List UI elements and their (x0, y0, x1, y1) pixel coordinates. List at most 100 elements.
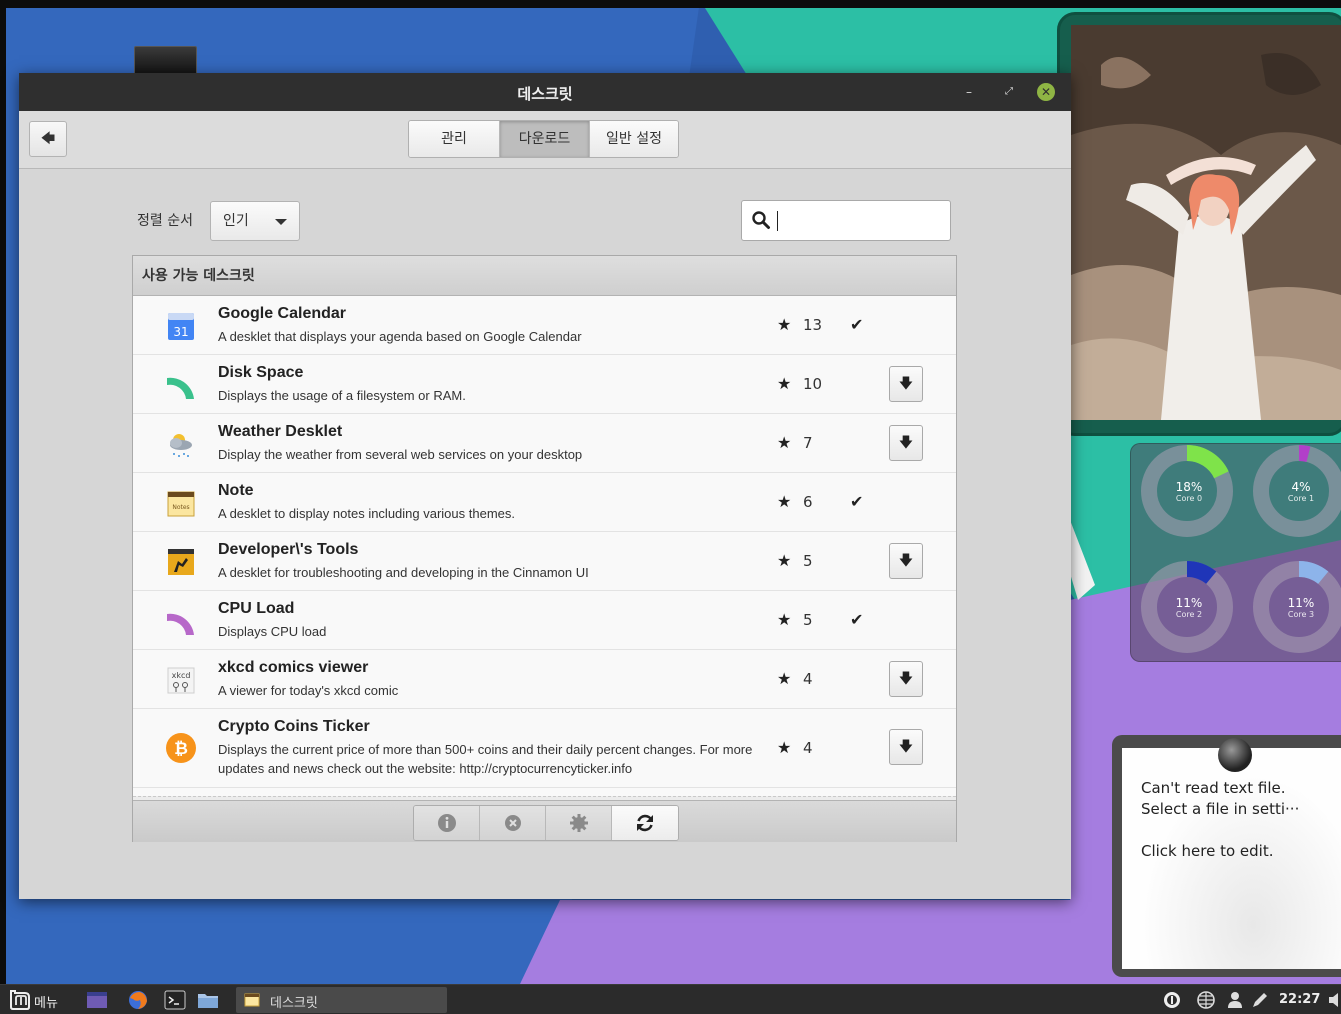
clock[interactable]: 22:27 (1279, 992, 1320, 1007)
core2-ring-fill (1186, 561, 1217, 585)
tab-general-settings[interactable]: 일반 설정 (590, 121, 678, 157)
cpu-desklet[interactable]: 18% Core 0 4% Core 1 11% Core 2 11% Core… (1130, 443, 1341, 662)
back-button[interactable]: 🡄 (29, 121, 67, 157)
volume-icon[interactable] (1328, 990, 1341, 1010)
item-score: 10 (803, 375, 823, 393)
window-titlebar[interactable]: 데스크릿 – ⤢ ✕ (19, 73, 1071, 111)
list-item[interactable]: Notes Note A desklet to display notes in… (133, 473, 956, 532)
info-button[interactable] (414, 806, 480, 840)
item-name: Crypto Coins Ticker (218, 718, 370, 735)
note-desklet-text[interactable]: Can't read text file. Select a file in s… (1141, 778, 1341, 862)
weather-icon (170, 434, 192, 457)
list-item[interactable]: Developer\'s Tools A desklet for trouble… (133, 532, 956, 591)
user-icon[interactable] (1225, 990, 1245, 1010)
show-desktop-icon[interactable] (86, 990, 108, 1010)
terminal-icon[interactable] (164, 990, 186, 1010)
tab-manage[interactable]: 관리 (409, 121, 500, 157)
core0-ring-fill (1186, 445, 1229, 479)
item-name: CPU Load (218, 600, 295, 617)
list-item[interactable]: CPU Load Displays CPU load ★ 5 ✔ (133, 591, 956, 650)
core2-readout: 11% Core 2 (1159, 596, 1219, 619)
close-button[interactable]: ✕ (1037, 83, 1055, 101)
item-description: Display the weather from several web ser… (218, 447, 583, 462)
star-icon: ★ (777, 738, 792, 757)
menu-label[interactable]: 메뉴 (34, 992, 58, 1011)
list-item[interactable]: Disk Space Displays the usage of a files… (133, 355, 956, 414)
item-score: 13 (803, 316, 823, 334)
download-button[interactable]: 🡇 (889, 729, 923, 765)
photo-desklet-image[interactable] (1071, 25, 1341, 420)
search-field[interactable] (741, 200, 951, 241)
item-description: A viewer for today's xkcd comic (218, 683, 399, 698)
item-name: Developer\'s Tools (218, 541, 359, 558)
disk-arc-icon (167, 377, 194, 399)
sort-label: 정렬 순서 (137, 213, 193, 229)
task-button-desklets[interactable]: 데스크릿 (236, 987, 447, 1013)
desklet-list-panel: 사용 가능 데스크릿 31 Google Calendar A desklet … (132, 255, 957, 842)
download-arrow-icon: 🡇 (898, 435, 914, 451)
files-folder-icon[interactable] (197, 990, 219, 1010)
maximize-button[interactable]: ⤢ (999, 82, 1019, 102)
item-score: 5 (803, 552, 813, 570)
download-button[interactable]: 🡇 (889, 425, 923, 461)
item-description: Displays the current price of more than … (218, 742, 753, 776)
item-score: 5 (803, 611, 813, 629)
network-globe-icon[interactable] (1196, 990, 1216, 1010)
download-arrow-icon: 🡇 (898, 376, 914, 392)
uninstall-icon (504, 815, 521, 831)
core3-readout: 11% Core 3 (1271, 596, 1331, 619)
item-name: Google Calendar (218, 305, 347, 322)
list-item[interactable]: Weather Desklet Display the weather from… (133, 414, 956, 473)
search-input[interactable] (782, 207, 942, 235)
download-button[interactable]: 🡇 (889, 543, 923, 579)
desklet-list[interactable]: 31 Google Calendar A desklet that displa… (133, 296, 956, 796)
star-icon: ★ (777, 492, 792, 511)
list-item[interactable]: 31 Google Calendar A desklet that displa… (133, 296, 956, 355)
star-icon: ★ (777, 433, 792, 452)
window-title: 데스크릿 (517, 85, 573, 103)
list-item[interactable]: xkcd xkcd comics viewer A viewer for tod… (133, 650, 956, 709)
installed-check-icon: ✔ (850, 492, 864, 511)
item-description: Displays the usage of a filesystem or RA… (218, 388, 466, 403)
sort-dropdown[interactable]: 인기 (210, 201, 300, 241)
firefox-icon[interactable] (127, 990, 149, 1010)
item-name: xkcd comics viewer (218, 659, 369, 676)
screen-edge-top (0, 0, 1341, 8)
shield-icon[interactable] (1162, 990, 1182, 1010)
minimize-button[interactable]: – (959, 82, 979, 102)
core1-readout: 4% Core 1 (1271, 480, 1331, 503)
cpu-arc-icon (167, 613, 194, 635)
core1-percent: 4% (1291, 480, 1311, 494)
dev-tools-icon (168, 549, 194, 575)
desktop-computer-icon[interactable] (134, 46, 197, 76)
uninstall-button[interactable] (480, 806, 546, 840)
download-button[interactable]: 🡇 (889, 661, 923, 697)
linux-mint-menu-icon[interactable] (9, 989, 31, 1011)
download-arrow-icon: 🡇 (898, 739, 914, 755)
star-icon: ★ (777, 551, 792, 570)
download-arrow-icon: 🡇 (898, 553, 914, 569)
calendar-icon: 31 (168, 313, 194, 340)
taskbar: 메뉴 데스크릿 22:27 (0, 984, 1341, 1014)
core3-percent: 11% (1287, 596, 1315, 610)
list-item[interactable]: ₿ Crypto Coins Ticker Displays the curre… (133, 709, 956, 788)
tab-download[interactable]: 다운로드 (500, 121, 590, 157)
window-toolbar: 🡄 관리 다운로드 일반 설정 (19, 111, 1071, 169)
refresh-button[interactable] (612, 806, 678, 840)
core0-readout: 18% Core 0 (1159, 480, 1219, 503)
configure-button[interactable] (546, 806, 612, 840)
item-name: Weather Desklet (218, 423, 343, 440)
download-button[interactable]: 🡇 (889, 366, 923, 402)
info-icon (437, 814, 456, 832)
item-name: Note (218, 482, 254, 499)
item-description: A desklet to display notes including var… (218, 506, 516, 521)
item-score: 4 (803, 670, 813, 688)
footer-button-group (413, 805, 679, 841)
tab-bar: 관리 다운로드 일반 설정 (408, 120, 679, 158)
xkcd-icon-label: xkcd (172, 671, 191, 680)
pen-icon[interactable] (1250, 990, 1270, 1010)
installed-check-icon: ✔ (850, 610, 864, 629)
notes-icon: Notes (167, 491, 195, 517)
desklets-window: 데스크릿 – ⤢ ✕ 🡄 관리 다운로드 일반 설정 정렬 순서 인기 사용 가… (19, 73, 1071, 899)
core3-label: Core 3 (1287, 610, 1315, 619)
